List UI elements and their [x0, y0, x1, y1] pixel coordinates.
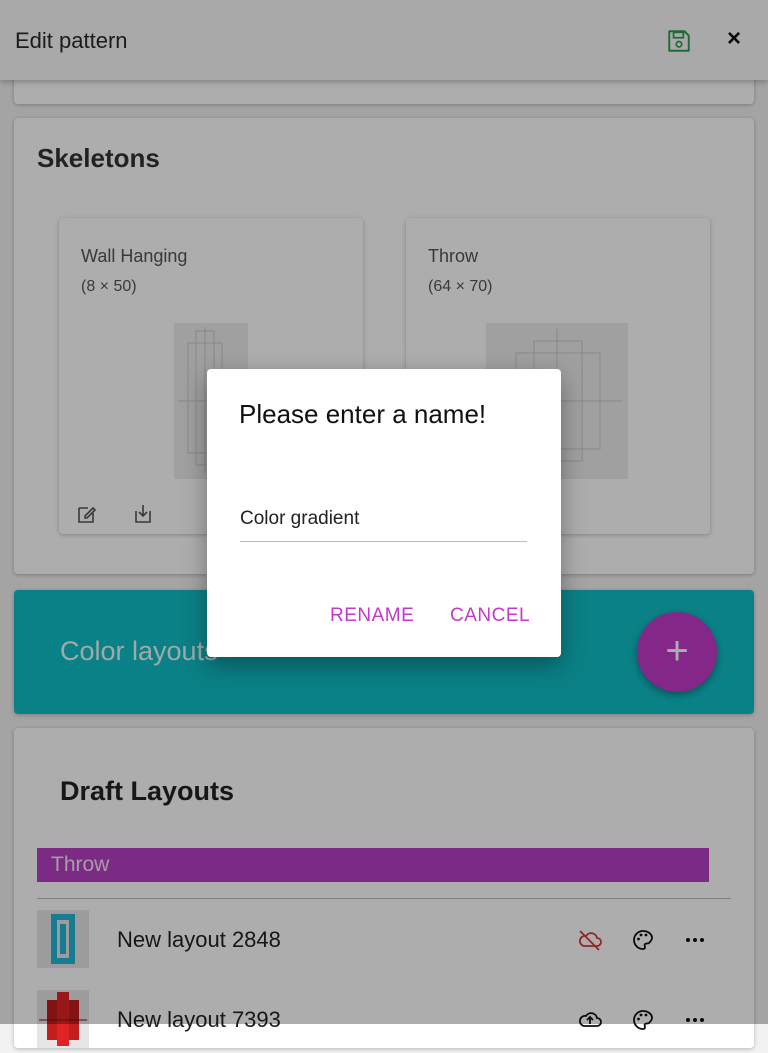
- rename-dialog: Please enter a name! RENAME CANCEL: [207, 369, 561, 657]
- cancel-button[interactable]: CANCEL: [450, 605, 530, 627]
- rename-button[interactable]: RENAME: [330, 605, 414, 627]
- name-input[interactable]: [240, 497, 527, 542]
- app: Edit pattern × Skeletons Wall Hanging (8…: [0, 0, 768, 1048]
- dialog-title: Please enter a name!: [239, 399, 487, 429]
